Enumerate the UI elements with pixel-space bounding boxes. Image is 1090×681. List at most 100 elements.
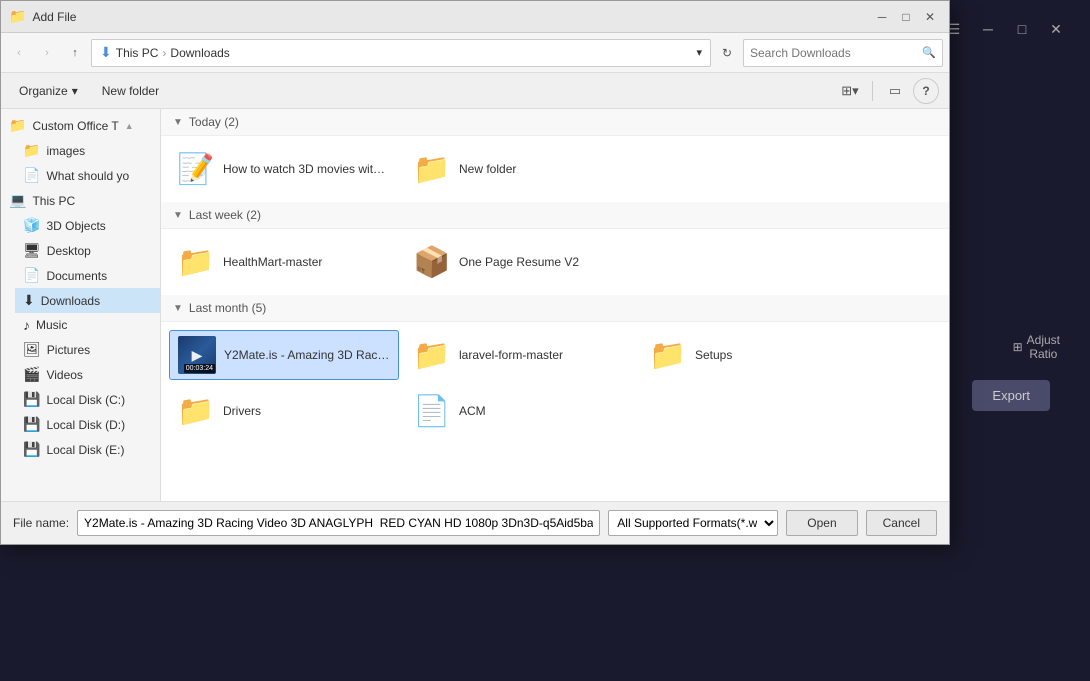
file-name: One Page Resume V2 [459, 255, 627, 269]
file-info: Setups [695, 348, 863, 362]
path-downloads-icon: ⬇ [100, 44, 112, 61]
file-item[interactable]: 📁 Drivers [169, 386, 399, 436]
sidebar-item-desktop[interactable]: 🖥 Desktop [15, 238, 160, 263]
section-header-today[interactable]: ▼ Today (2) [161, 109, 949, 136]
drivers-icon: 📁 [177, 394, 214, 429]
filetype-select[interactable]: All Supported Formats(*.wtv;*.c [608, 510, 778, 536]
file-thumbnail: 📁 [177, 392, 215, 430]
path-current: Downloads [170, 46, 229, 60]
maximize-app-button[interactable]: □ [1008, 15, 1036, 43]
search-icon: 🔍 [922, 46, 936, 59]
file-item[interactable]: 📦 One Page Resume V2 [405, 237, 635, 287]
file-info: How to watch 3D movies without 3D Glasse… [223, 162, 391, 176]
sidebar-item-local-d[interactable]: 💾 Local Disk (D:) [15, 412, 160, 437]
view-grid-button[interactable]: ⊞▾ [836, 77, 864, 105]
music-icon: ♪ [23, 317, 30, 333]
sidebar-label: This PC [32, 194, 75, 208]
file-thumbnail: 📦 [413, 243, 451, 281]
file-item-video-selected[interactable]: ▶ 00:03:24 Y2Mate.is - Amazing 3D Racing… [169, 330, 399, 380]
sidebar-item-images[interactable]: 📁 images [15, 138, 160, 163]
address-path[interactable]: ⬇ This PC › Downloads ▾ [91, 39, 711, 67]
sidebar-item-custom-office[interactable]: 📁 Custom Office T ▲ [1, 113, 160, 138]
file-name: New folder [459, 162, 627, 176]
file-name: Y2Mate.is - Amazing 3D Racing Video 3D A… [224, 348, 390, 362]
export-button[interactable]: Export [972, 380, 1050, 411]
help-button[interactable]: ? [913, 78, 939, 104]
file-item[interactable]: 📁 New folder [405, 144, 635, 194]
file-info: laravel-form-master [459, 348, 627, 362]
search-input[interactable] [750, 46, 918, 60]
path-dropdown-button[interactable]: ▾ [696, 46, 702, 59]
organize-button[interactable]: Organize ▾ [11, 81, 86, 101]
open-button[interactable]: Open [786, 510, 857, 536]
section-header-last-month[interactable]: ▼ Last month (5) [161, 295, 949, 322]
file-thumbnail: ▶ 00:03:24 [178, 336, 216, 374]
sidebar-label: Custom Office T [32, 119, 118, 133]
folder-icon: 📁 [9, 117, 26, 134]
toolbar-separator [872, 81, 873, 101]
sidebar-label: Videos [46, 368, 82, 382]
drive-icon: 💾 [23, 441, 40, 458]
file-name: Setups [695, 348, 863, 362]
file-info: Drivers [223, 404, 391, 418]
filename-input[interactable] [77, 510, 600, 536]
file-thumbnail: 📄 [413, 392, 451, 430]
video-duration: 00:03:24 [184, 364, 215, 373]
dialog-maximize-button[interactable]: □ [895, 6, 917, 28]
cancel-button[interactable]: Cancel [866, 510, 937, 536]
file-item[interactable]: 📄 ACM [405, 386, 635, 436]
sidebar-item-what-should[interactable]: 📄 What should yo [15, 163, 160, 188]
sidebar-item-pictures[interactable]: 🖼 Pictures [15, 337, 160, 362]
drive-icon: 💾 [23, 391, 40, 408]
sidebar-label: Documents [46, 269, 107, 283]
nav-forward-button[interactable]: › [35, 41, 59, 65]
section-header-last-week[interactable]: ▼ Last week (2) [161, 202, 949, 229]
preview-pane-button[interactable]: ▭ [881, 77, 909, 105]
file-name: HealthMart-master [223, 255, 391, 269]
dialog-close-button[interactable]: ✕ [919, 6, 941, 28]
zip-file-icon: 📁 [177, 245, 214, 280]
sidebar-label: What should yo [46, 169, 129, 183]
refresh-button[interactable]: ↻ [715, 41, 739, 65]
downloads-icon: ⬇ [23, 292, 35, 309]
section-label-today: Today (2) [189, 115, 239, 129]
file-item[interactable]: 📁 HealthMart-master [169, 237, 399, 287]
minimize-app-button[interactable]: ─ [974, 15, 1002, 43]
section-label-last-month: Last month (5) [189, 301, 266, 315]
sidebar-label: images [46, 144, 85, 158]
sidebar-item-music[interactable]: ♪ Music [15, 313, 160, 337]
sidebar-label: Local Disk (D:) [46, 418, 125, 432]
file-item[interactable]: 📝 How to watch 3D movies without 3D Glas… [169, 144, 399, 194]
nav-back-button[interactable]: ‹ [7, 41, 31, 65]
file-grid-last-month: ▶ 00:03:24 Y2Mate.is - Amazing 3D Racing… [161, 322, 949, 444]
file-item[interactable]: 📁 Setups [641, 330, 871, 380]
file-info: HealthMart-master [223, 255, 391, 269]
dialog-window-controls: ─ □ ✕ [871, 6, 941, 28]
adjust-ratio-icon: ⊞ [1013, 340, 1023, 354]
file-info: One Page Resume V2 [459, 255, 627, 269]
nav-up-button[interactable]: ↑ [63, 41, 87, 65]
adjust-ratio-button[interactable]: ⊞ Adjust Ratio [1013, 333, 1060, 361]
main-area: 📁 Custom Office T ▲ 📁 images 📄 What shou… [1, 109, 949, 501]
file-item[interactable]: 📁 laravel-form-master [405, 330, 635, 380]
documents-icon: 📄 [23, 267, 40, 284]
file-info: Y2Mate.is - Amazing 3D Racing Video 3D A… [224, 348, 390, 362]
close-app-button[interactable]: ✕ [1042, 15, 1070, 43]
sidebar-item-local-c[interactable]: 💾 Local Disk (C:) [15, 387, 160, 412]
collapse-icon: ▲ [125, 121, 134, 131]
file-list: ▼ Today (2) 📝 How to watch 3D movies wit… [161, 109, 949, 501]
sidebar-item-local-e[interactable]: 💾 Local Disk (E:) [15, 437, 160, 462]
sidebar-item-videos[interactable]: 🎬 Videos [15, 362, 160, 387]
dialog-title-icon: 📁 [9, 8, 26, 25]
path-root: This PC [116, 46, 159, 60]
dialog-minimize-button[interactable]: ─ [871, 6, 893, 28]
section-arrow-today: ▼ [173, 117, 183, 128]
folder-icon: 📁 [23, 142, 40, 159]
new-folder-button[interactable]: New folder [94, 81, 167, 101]
sidebar-item-this-pc[interactable]: 💻 This PC [1, 188, 160, 213]
file-thumbnail: 📁 [177, 243, 215, 281]
sidebar-item-downloads[interactable]: ⬇ Downloads [15, 288, 160, 313]
sidebar-item-documents[interactable]: 📄 Documents [15, 263, 160, 288]
search-box: 🔍 [743, 39, 943, 67]
sidebar-item-3d-objects[interactable]: 🧊 3D Objects [15, 213, 160, 238]
